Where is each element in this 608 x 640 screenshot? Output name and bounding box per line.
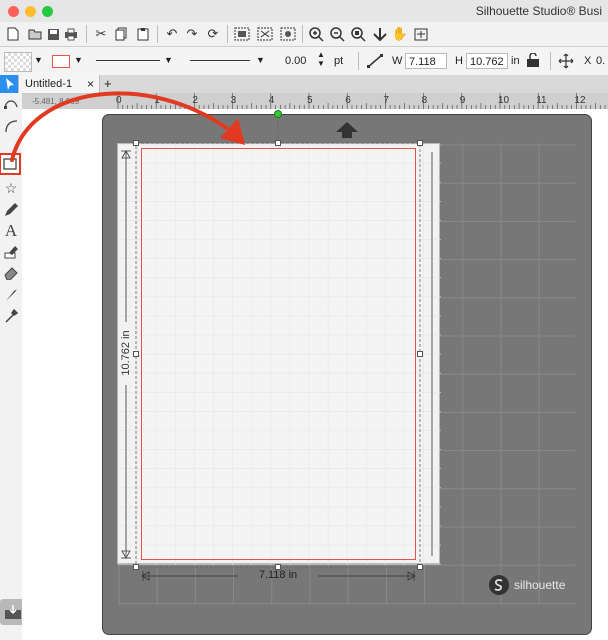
- save-icon[interactable]: [44, 25, 62, 43]
- close-window-button[interactable]: [8, 6, 19, 17]
- move-down-icon[interactable]: [371, 25, 389, 43]
- chevron-down-icon[interactable]: ▼: [34, 55, 43, 65]
- ruler-tick-label: 1: [154, 95, 160, 106]
- line-width-unit: pt: [334, 55, 344, 67]
- ruler-tick-label: 3: [231, 95, 237, 106]
- size-unit: in: [511, 55, 520, 67]
- ruler-tick-label: 4: [269, 95, 275, 106]
- open-icon[interactable]: [26, 25, 44, 43]
- fit-to-page-icon[interactable]: [412, 25, 430, 43]
- select-tool[interactable]: [0, 75, 18, 93]
- resize-handle-top-right[interactable]: [417, 140, 423, 146]
- feed-direction-arrow-icon: [335, 121, 359, 142]
- compound-icon[interactable]: [279, 25, 297, 43]
- star-icon[interactable]: ☆: [2, 179, 20, 197]
- minimize-window-button[interactable]: [25, 6, 36, 17]
- resize-handle-bottom-left[interactable]: [133, 564, 139, 570]
- size-icon: [367, 54, 383, 68]
- line-style-preview[interactable]: [96, 60, 160, 61]
- chevron-down-icon[interactable]: ▼: [256, 55, 265, 65]
- pencil-icon[interactable]: [2, 201, 20, 219]
- curve-icon[interactable]: [2, 117, 20, 135]
- ungroup-icon[interactable]: [256, 25, 274, 43]
- rectangle-shape[interactable]: [141, 148, 416, 560]
- draw-pen-icon[interactable]: [2, 243, 20, 261]
- print-icon[interactable]: [62, 25, 80, 43]
- document-tabs: Untitled-1 × +: [0, 75, 608, 94]
- tab-untitled-1[interactable]: Untitled-1 ×: [18, 75, 100, 93]
- app-title: Silhouette Studio® Busi: [475, 4, 602, 18]
- zoom-in-icon[interactable]: [307, 25, 325, 43]
- download-icon: [5, 605, 21, 619]
- resize-handle-top[interactable]: [275, 140, 281, 146]
- left-toolbar: ☆ A: [0, 93, 26, 640]
- line-width-field[interactable]: 0.00: [282, 53, 314, 69]
- line-color-swatch[interactable]: [52, 55, 70, 68]
- ruler-tick-label: 11: [536, 95, 547, 106]
- silhouette-logo-icon: [489, 575, 509, 595]
- add-tab-button[interactable]: +: [104, 76, 112, 91]
- tab-label: Untitled-1: [25, 78, 73, 90]
- width-field[interactable]: 7.118: [405, 53, 447, 69]
- text-icon[interactable]: A: [2, 221, 20, 240]
- position-x-field[interactable]: 0.: [596, 55, 605, 67]
- position-x-label: X: [584, 55, 592, 67]
- group-icon[interactable]: [233, 25, 251, 43]
- resize-handle-right[interactable]: [417, 351, 423, 357]
- ruler-ticks: 0 1 2 3 4 5 6 7 8 9 10 11 12: [116, 93, 606, 109]
- chevron-down-icon[interactable]: ▼: [74, 55, 83, 65]
- ruler-tick-label: 6: [345, 95, 351, 106]
- line-join-preview[interactable]: [190, 60, 250, 61]
- point-edit-icon[interactable]: [2, 95, 20, 113]
- knife-icon[interactable]: [2, 286, 20, 304]
- title-bar: Silhouette Studio® Busi: [0, 0, 608, 23]
- chevron-down-icon[interactable]: ▼: [164, 55, 173, 65]
- ruler-tick-label: 5: [307, 95, 313, 106]
- ruler-tick-label: 9: [460, 95, 466, 106]
- mat-brand: silhouette: [514, 578, 566, 592]
- horizontal-ruler: -5.481, 8.069 0 1 2 3 4 5 6 7 8 9 10 11 12: [22, 93, 608, 110]
- ruler-tick-label: 0: [116, 95, 122, 106]
- new-document-icon[interactable]: [4, 25, 22, 43]
- select-icon: [6, 78, 14, 90]
- height-dimension-label: 10.762 in: [120, 323, 132, 383]
- copy-icon[interactable]: [112, 25, 130, 43]
- ruler-tick-label: 7: [383, 95, 389, 106]
- properties-toolbar: ▼ ▼ ▼ ▼ 0.00 ▲ ▼ pt W 7.118 H 10.762 in X…: [0, 47, 608, 76]
- eraser-icon[interactable]: [2, 264, 20, 282]
- lock-icon[interactable]: [526, 53, 540, 68]
- move-icon: [558, 53, 574, 69]
- resize-handle-left[interactable]: [133, 351, 139, 357]
- resize-handle-bottom-right[interactable]: [417, 564, 423, 570]
- width-label: W: [392, 55, 403, 67]
- maximize-window-button[interactable]: [42, 6, 53, 17]
- redo-icon[interactable]: ↷: [183, 25, 201, 43]
- pan-hand-icon[interactable]: ✋: [391, 25, 409, 43]
- cut-icon[interactable]: ✂: [92, 25, 110, 43]
- rectangle-icon: [3, 158, 17, 170]
- ruler-tick-label: 8: [422, 95, 428, 106]
- zoom-fit-icon[interactable]: [349, 25, 367, 43]
- paste-icon[interactable]: [134, 25, 152, 43]
- rectangle-tool[interactable]: [0, 153, 21, 175]
- width-dimension-label: 7.118 in: [258, 569, 298, 581]
- refresh-icon[interactable]: ⟳: [204, 25, 222, 43]
- eyedropper-icon[interactable]: [2, 307, 20, 325]
- zoom-out-icon[interactable]: [328, 25, 346, 43]
- stepper-icon[interactable]: ▲ ▼: [317, 50, 325, 68]
- rotate-handle[interactable]: [274, 110, 282, 118]
- ruler-tick-label: 2: [192, 95, 198, 106]
- undo-icon[interactable]: ↶: [163, 25, 181, 43]
- resize-handle-top-left[interactable]: [133, 140, 139, 146]
- close-icon[interactable]: ×: [87, 77, 94, 91]
- main-toolbar: ✂ ↶ ↷ ⟳ ✋: [0, 22, 608, 47]
- height-field[interactable]: 10.762: [466, 53, 508, 69]
- height-label: H: [455, 55, 463, 67]
- fill-swatch[interactable]: [4, 52, 32, 72]
